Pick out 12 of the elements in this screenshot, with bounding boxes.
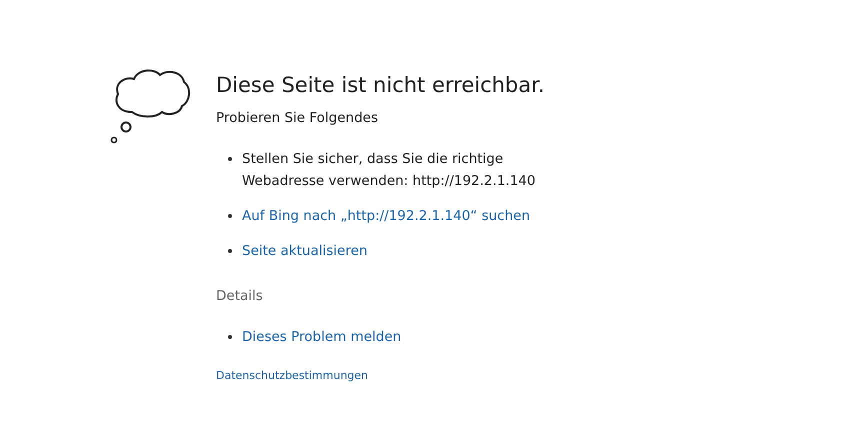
page-title: Diese Seite ist nicht erreichbar. [216, 72, 545, 99]
bullet-dot [228, 249, 232, 253]
bullet-dot [228, 157, 232, 161]
suggestion-link[interactable]: Seite aktualisieren [242, 240, 368, 262]
privacy-link[interactable]: Datenschutzbestimmungen [216, 369, 368, 382]
suggestion-link[interactable]: Auf Bing nach „http://192.2.1.140“ suchen [242, 205, 530, 227]
subtitle: Probieren Sie Folgendes [216, 110, 379, 126]
bullet-dot [228, 214, 232, 218]
bullet-dot [228, 335, 232, 339]
suggestion-text: Stellen Sie sicher, dass Sie die richtige Webadresse verwenden: http://192.2.1.140 [242, 150, 536, 191]
details-heading: Details [216, 288, 264, 304]
report-link[interactable]: Dieses Problem melden [242, 326, 402, 348]
